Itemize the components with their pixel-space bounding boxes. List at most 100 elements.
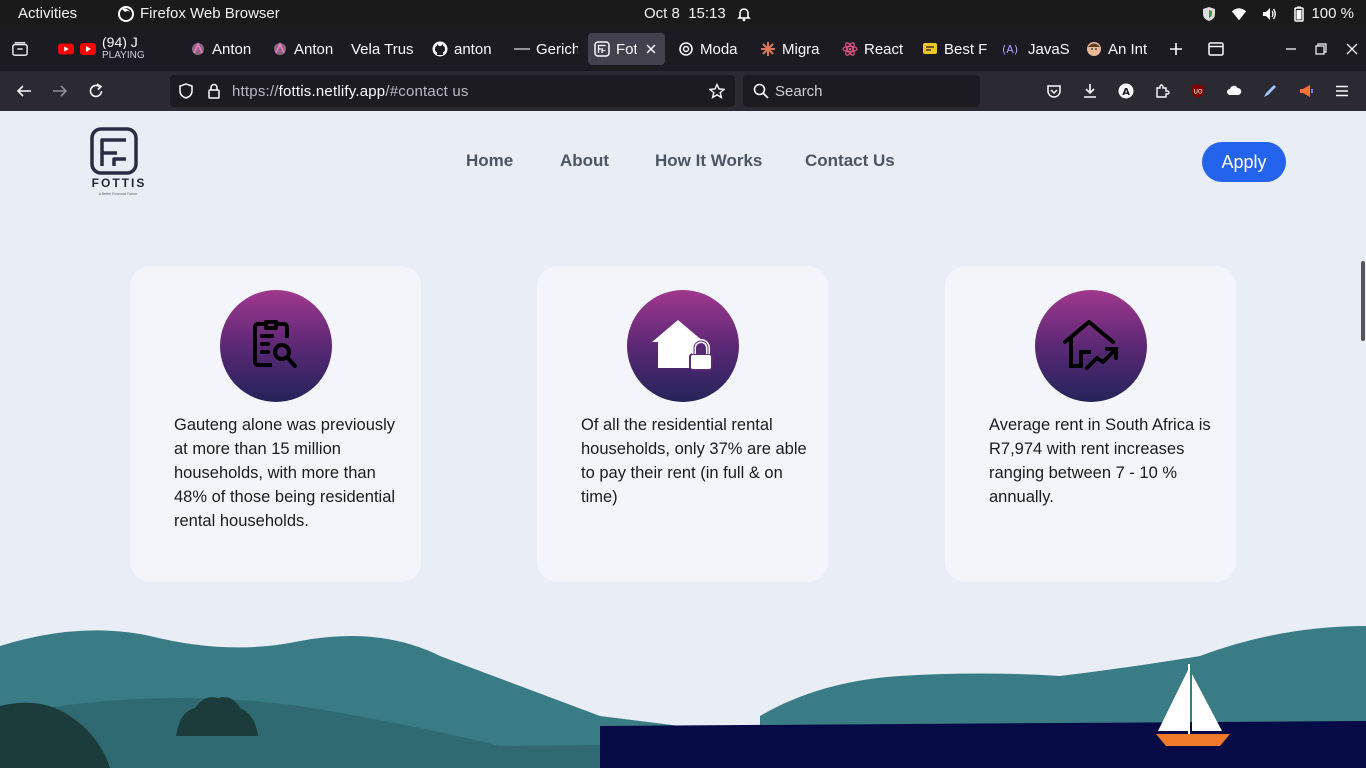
tab-title: React [864,40,904,58]
new-tab-button[interactable] [1165,38,1187,60]
svg-text:A: A [1122,87,1130,98]
download-icon [1082,83,1098,99]
logo-tagline: A Better Financial Future [98,192,138,196]
nav-about[interactable]: About [560,151,609,171]
youtube-icon-small [80,41,96,57]
ublock-icon: UO [1190,83,1206,99]
web-page: FOTTIS A Better Financial Future Home Ab… [0,111,1366,768]
account-button[interactable]: A [1115,80,1137,102]
firefox-view-icon [12,41,28,57]
tab-list-icon [1208,41,1224,57]
site-logo[interactable]: FOTTIS A Better Financial Future [82,126,154,198]
reload-button[interactable] [85,80,107,102]
bookmark-star-icon[interactable] [709,83,725,99]
tab-youtube[interactable]: (94) J PLAYING [52,33,172,65]
cloud-icon [1226,83,1242,99]
nav-how-it-works[interactable]: How It Works [655,151,762,171]
wifi-icon [1231,6,1247,22]
tab-github-anton[interactable]: anton [426,33,504,65]
gerich-icon [514,41,530,57]
svg-text:UO: UO [1194,89,1203,96]
app-menu[interactable]: Firefox Web Browser [118,5,280,22]
minimize-button[interactable] [1280,38,1302,60]
lock-icon[interactable] [206,83,222,99]
tab-playing-label: PLAYING [102,50,145,61]
stat-icon-circle [627,290,739,402]
close-window-button[interactable] [1341,38,1363,60]
stat-text: Average rent in South Africa is R7,974 w… [989,416,1211,506]
account-avatar-icon: A [1118,83,1134,99]
tab-moda[interactable]: Moda [672,33,748,65]
clock[interactable]: Oct 8 15:13 [644,5,752,22]
search-bar[interactable] [743,75,980,107]
plus-icon [1168,41,1184,57]
tab-fottis-active[interactable]: Fott [588,33,665,65]
app-menu-button[interactable] [1331,80,1353,102]
list-all-tabs-button[interactable] [1205,38,1227,60]
svg-text:(A): (A) [1002,43,1018,56]
puzzle-icon [1154,83,1170,99]
page-scrollbar-thumb[interactable] [1361,261,1365,341]
tab-strip: (94) J PLAYING Anton Anton Vela Trus ant… [0,28,1366,71]
person-icon [1086,41,1102,57]
firefox-view-button[interactable] [9,38,31,60]
firefox-icon [118,5,134,22]
forward-button[interactable] [49,80,71,102]
apply-button[interactable]: Apply [1202,142,1286,182]
tab-title: Vela Trus [351,40,414,58]
react-icon [842,41,858,57]
tab-anton-1[interactable]: Anton [184,33,264,65]
stat-text: Gauteng alone was previously at more tha… [174,416,396,530]
yellow-icon [922,41,938,57]
extension-button-3[interactable] [1259,80,1281,102]
extensions-button[interactable] [1151,80,1173,102]
system-tray[interactable]: 100 % [1201,5,1354,22]
nav-contact-us[interactable]: Contact Us [805,151,895,171]
stat-icon-circle [1035,290,1147,402]
arrow-left-icon [16,83,32,99]
tab-anton-2[interactable]: Anton [266,33,346,65]
pocket-button[interactable] [1043,80,1065,102]
github-icon [432,41,448,57]
extension-button-4[interactable] [1295,80,1317,102]
stat-card-average-rent: Average rent in South Africa is R7,974 w… [945,266,1236,582]
tab-vela-trust[interactable]: Vela Trus [345,33,420,65]
ublock-button[interactable]: UO [1187,80,1209,102]
house-trend-up-icon [1059,314,1123,379]
url-bar[interactable]: https://fottis.netlify.app/#contact us [170,75,735,107]
pocket-icon [1046,83,1062,99]
battery-icon [1291,6,1307,22]
extension-button-2[interactable] [1223,80,1245,102]
tab-react[interactable]: React [836,33,916,65]
tab-title: (94) J [102,36,138,49]
hamburger-menu-icon [1334,83,1350,99]
tab-title: Gerich [536,40,578,58]
tab-gerich[interactable]: Gerich [508,33,584,65]
stat-icon-circle [220,290,332,402]
tab-javascript[interactable]: (A) JavaS [996,33,1076,65]
anton-avatar-icon [190,41,206,57]
maximize-button[interactable] [1310,38,1332,60]
stat-card-gauteng: Gauteng alone was previously at more tha… [130,266,421,582]
anton-avatar-icon [272,41,288,57]
tab-title: Migra [782,40,820,58]
nav-home[interactable]: Home [466,151,513,171]
tab-best[interactable]: Best F [916,33,994,65]
openai-icon [678,41,694,57]
close-tab-icon[interactable] [643,41,659,57]
downloads-button[interactable] [1079,80,1101,102]
tab-migra[interactable]: Migra [754,33,832,65]
tracking-protection-icon[interactable] [178,83,194,99]
tab-an-int[interactable]: An Int [1080,33,1160,65]
search-input[interactable] [775,75,975,107]
claude-icon [760,41,776,57]
megaphone-icon [1298,83,1314,99]
back-button[interactable] [13,80,35,102]
url-text[interactable]: https://fottis.netlify.app/#contact us [232,83,469,100]
youtube-icon [58,41,74,57]
arrow-right-icon [52,83,68,99]
activities-button[interactable]: Activities [18,5,77,22]
restore-icon [1313,41,1329,57]
url-host: fottis.netlify.app [278,83,386,100]
date-label: Oct 8 [644,5,680,22]
